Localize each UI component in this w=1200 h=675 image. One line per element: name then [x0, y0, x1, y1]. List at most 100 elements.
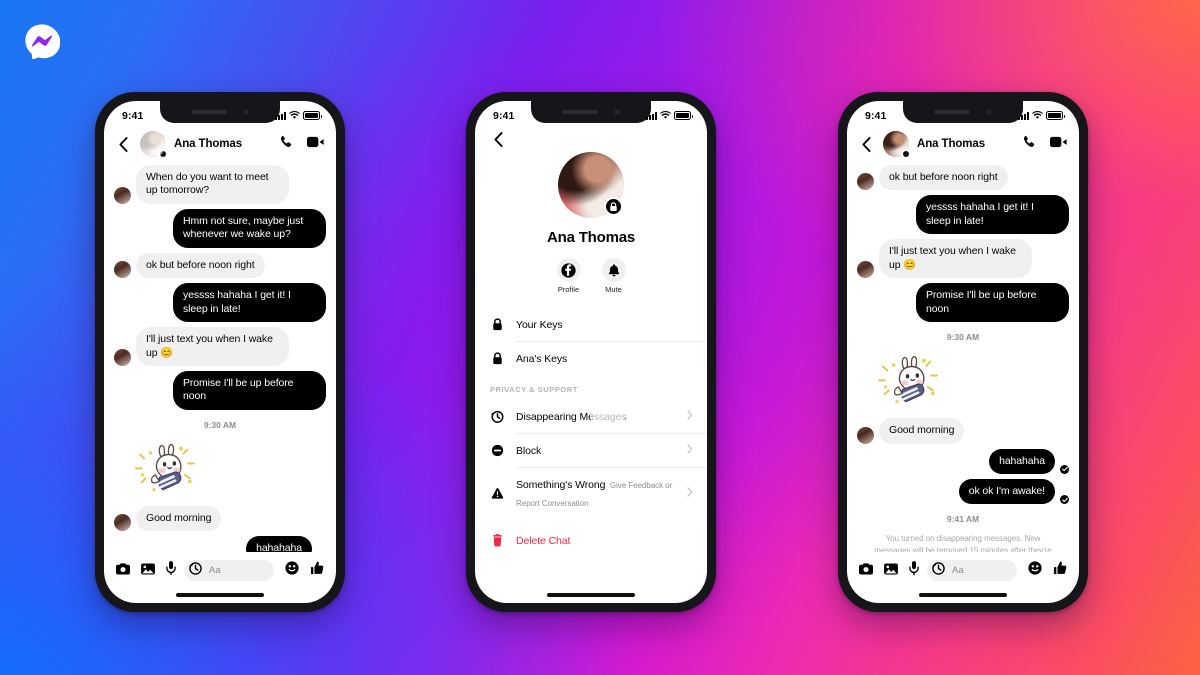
disappearing-timer-icon[interactable]: [932, 561, 945, 580]
list-item-label: Delete Chat: [516, 535, 571, 547]
message-row: I'll just text you when I wake up 😊: [857, 239, 1069, 279]
camera-icon[interactable]: [116, 562, 130, 580]
message-row: Hmm not sure, maybe just whenever we wak…: [114, 208, 326, 248]
thumbs-up-icon[interactable]: [1053, 561, 1067, 580]
message-input-placeholder: Aa: [209, 565, 221, 576]
list-item-your-keys[interactable]: Your Keys: [475, 307, 707, 341]
messenger-logo-icon: [24, 23, 61, 60]
message-bubble-outgoing[interactable]: Promise I'll be up before noon: [173, 370, 326, 410]
bunny-sticker[interactable]: [134, 439, 200, 501]
chevron-right-icon: [687, 407, 693, 425]
cellular-signal-icon: [646, 111, 657, 120]
warning-icon: [490, 487, 505, 500]
message-bubble-outgoing[interactable]: hahahaha: [989, 448, 1055, 474]
status-time: 9:41: [865, 109, 887, 122]
message-avatar: [857, 426, 874, 444]
trash-icon: [490, 533, 505, 547]
battery-full-icon: [1046, 111, 1065, 120]
status-time: 9:41: [122, 109, 144, 122]
encrypted-lock-badge-icon: [604, 197, 623, 216]
back-chevron-icon[interactable]: [114, 135, 132, 153]
message-bubble-incoming[interactable]: Good morning: [136, 505, 222, 532]
microphone-icon[interactable]: [909, 561, 919, 580]
phone-1-screen: 9:41 Ana Thomas When do you want to meet…: [104, 101, 336, 603]
lock-icon: [490, 317, 505, 331]
chat-header: Ana Thomas: [847, 127, 1079, 165]
status-time: 9:41: [493, 109, 515, 122]
facebook-icon: [556, 258, 581, 282]
message-bubble-outgoing[interactable]: hahahaha: [246, 536, 312, 552]
detail-settings-list: Your Keys Ana's Keys PRIVACY & SUPPORT D…: [475, 294, 707, 587]
phone-call-icon[interactable]: [279, 135, 293, 154]
photo-gallery-icon[interactable]: [884, 562, 898, 580]
encrypted-lock-badge-icon: [158, 149, 167, 158]
list-item-delete-chat[interactable]: Delete Chat: [475, 525, 707, 557]
phone-call-icon[interactable]: [1022, 135, 1036, 154]
profile-name: Ana Thomas: [546, 229, 635, 246]
message-bubble-outgoing[interactable]: Hmm not sure, maybe just whenever we wak…: [173, 208, 326, 248]
video-call-icon[interactable]: [1050, 135, 1067, 153]
message-bubble-outgoing[interactable]: yessss hahaha I get it! I sleep in late!: [916, 195, 1069, 235]
message-bubble-incoming[interactable]: I'll just text you when I wake up 😊: [136, 327, 289, 366]
list-item-label: Block: [516, 445, 542, 457]
message-bubble-incoming[interactable]: ok but before noon right: [136, 252, 265, 279]
profile-hero: Ana Thomas Profile Mute: [475, 148, 707, 294]
status-bar: 9:41: [475, 101, 707, 127]
message-bubble-incoming[interactable]: I'll just text you when I wake up 😊: [879, 239, 1032, 279]
emoji-sticker-icon[interactable]: [1028, 561, 1042, 580]
phone-2-screen: 9:41 Ana Thomas Profile Mute Your Keys A…: [475, 101, 707, 603]
thumbs-up-icon[interactable]: [310, 561, 324, 580]
battery-full-icon: [674, 111, 693, 120]
message-input-pill[interactable]: Aa: [927, 560, 1017, 581]
message-row: When do you want to meet up tomorrow?: [114, 165, 326, 204]
list-item-disappearing-messages[interactable]: Disappearing Messages: [475, 395, 707, 433]
emoji-sticker-icon[interactable]: [285, 561, 299, 580]
microphone-icon[interactable]: [166, 561, 176, 580]
message-composer: Aa: [847, 552, 1079, 587]
message-bubble-incoming[interactable]: When do you want to meet up tomorrow?: [136, 165, 289, 204]
message-row: yessss hahaha I get it! I sleep in late!: [857, 195, 1069, 235]
status-bar: 9:41: [104, 101, 336, 127]
phone-3-screen: 9:41 Ana Thomas ok but before noon right…: [847, 101, 1079, 603]
thread-timestamp: 9:41 AM: [946, 514, 980, 525]
message-bubble-incoming[interactable]: Good morning: [879, 418, 965, 444]
message-row: hahahaha: [114, 536, 326, 552]
camera-icon[interactable]: [859, 562, 873, 580]
message-row: Promise I'll be up before noon: [857, 283, 1069, 323]
cellular-signal-icon: [1018, 111, 1029, 120]
message-bubble-outgoing[interactable]: ok ok I'm awake!: [958, 478, 1055, 505]
message-bubble-outgoing[interactable]: yessss hahaha I get it! I sleep in late!: [173, 283, 326, 323]
profile-action-mute[interactable]: Mute: [601, 258, 626, 294]
contact-avatar-large[interactable]: [558, 152, 624, 218]
chat-header: Ana Thomas: [104, 124, 336, 165]
list-item-block[interactable]: Block: [475, 433, 707, 467]
thread-timestamp: 9:30 AM: [203, 419, 237, 430]
message-input-pill[interactable]: Aa: [184, 560, 274, 581]
message-bubble-incoming[interactable]: ok but before noon right: [879, 165, 1008, 191]
bunny-sticker[interactable]: [877, 351, 943, 413]
video-call-icon[interactable]: [307, 135, 324, 153]
wifi-icon: [289, 111, 300, 119]
message-thread[interactable]: When do you want to meet up tomorrow? Hm…: [104, 165, 336, 552]
block-icon: [490, 444, 505, 457]
back-chevron-icon[interactable]: [489, 130, 507, 148]
cellular-signal-icon: [275, 111, 286, 120]
message-row: hahahaha: [857, 448, 1069, 474]
disappearing-timer-icon[interactable]: [189, 561, 202, 580]
photo-gallery-icon[interactable]: [141, 562, 155, 580]
message-row: Promise I'll be up before noon: [114, 370, 326, 410]
contact-avatar[interactable]: [140, 131, 167, 158]
message-thread[interactable]: ok but before noon right yessss hahaha I…: [847, 165, 1079, 552]
message-avatar: [114, 261, 131, 279]
message-bubble-outgoing[interactable]: Promise I'll be up before noon: [916, 283, 1069, 323]
list-item-anas-keys[interactable]: Ana's Keys: [475, 341, 707, 375]
list-item-somethings-wrong[interactable]: Something's Wrong Give Feedback or Repor…: [475, 467, 707, 519]
disappearing-timer-icon: [490, 410, 505, 423]
contact-avatar[interactable]: [883, 131, 910, 158]
back-chevron-icon[interactable]: [857, 135, 875, 153]
list-item-label: Something's Wrong: [516, 479, 606, 491]
profile-action-profile[interactable]: Profile: [556, 258, 581, 294]
seen-check-icon: [1060, 464, 1069, 474]
wifi-icon: [660, 111, 671, 119]
chat-contact-name: Ana Thomas: [917, 138, 986, 150]
